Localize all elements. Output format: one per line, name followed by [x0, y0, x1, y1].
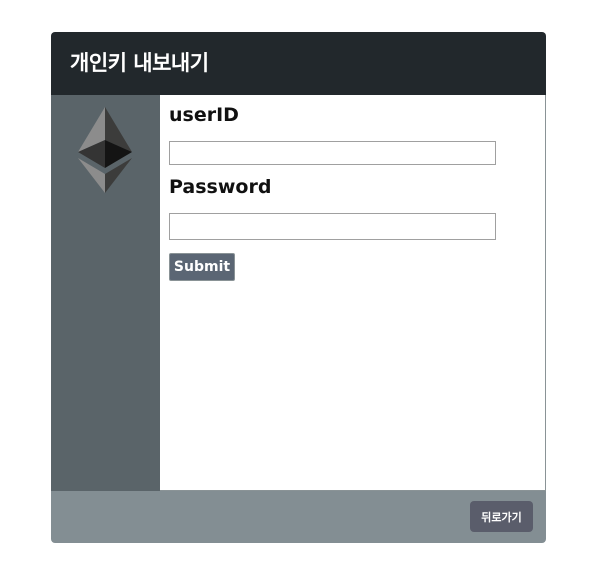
password-label: Password	[169, 176, 272, 198]
password-input[interactable]	[169, 213, 496, 240]
card-header: 개인키 내보내기	[51, 32, 546, 95]
export-private-key-card: 개인키 내보내기 userID Password Submit 뒤로가기	[51, 32, 546, 543]
userid-label: userID	[169, 104, 239, 126]
submit-button[interactable]: Submit	[169, 253, 235, 281]
page-title: 개인키 내보내기	[70, 51, 209, 75]
card-footer: 뒤로가기	[51, 491, 546, 543]
userid-input[interactable]	[169, 141, 496, 165]
form-panel: userID Password Submit	[160, 95, 546, 491]
back-button[interactable]: 뒤로가기	[470, 501, 533, 532]
sidebar	[51, 95, 160, 491]
ethereum-icon	[78, 107, 132, 193]
